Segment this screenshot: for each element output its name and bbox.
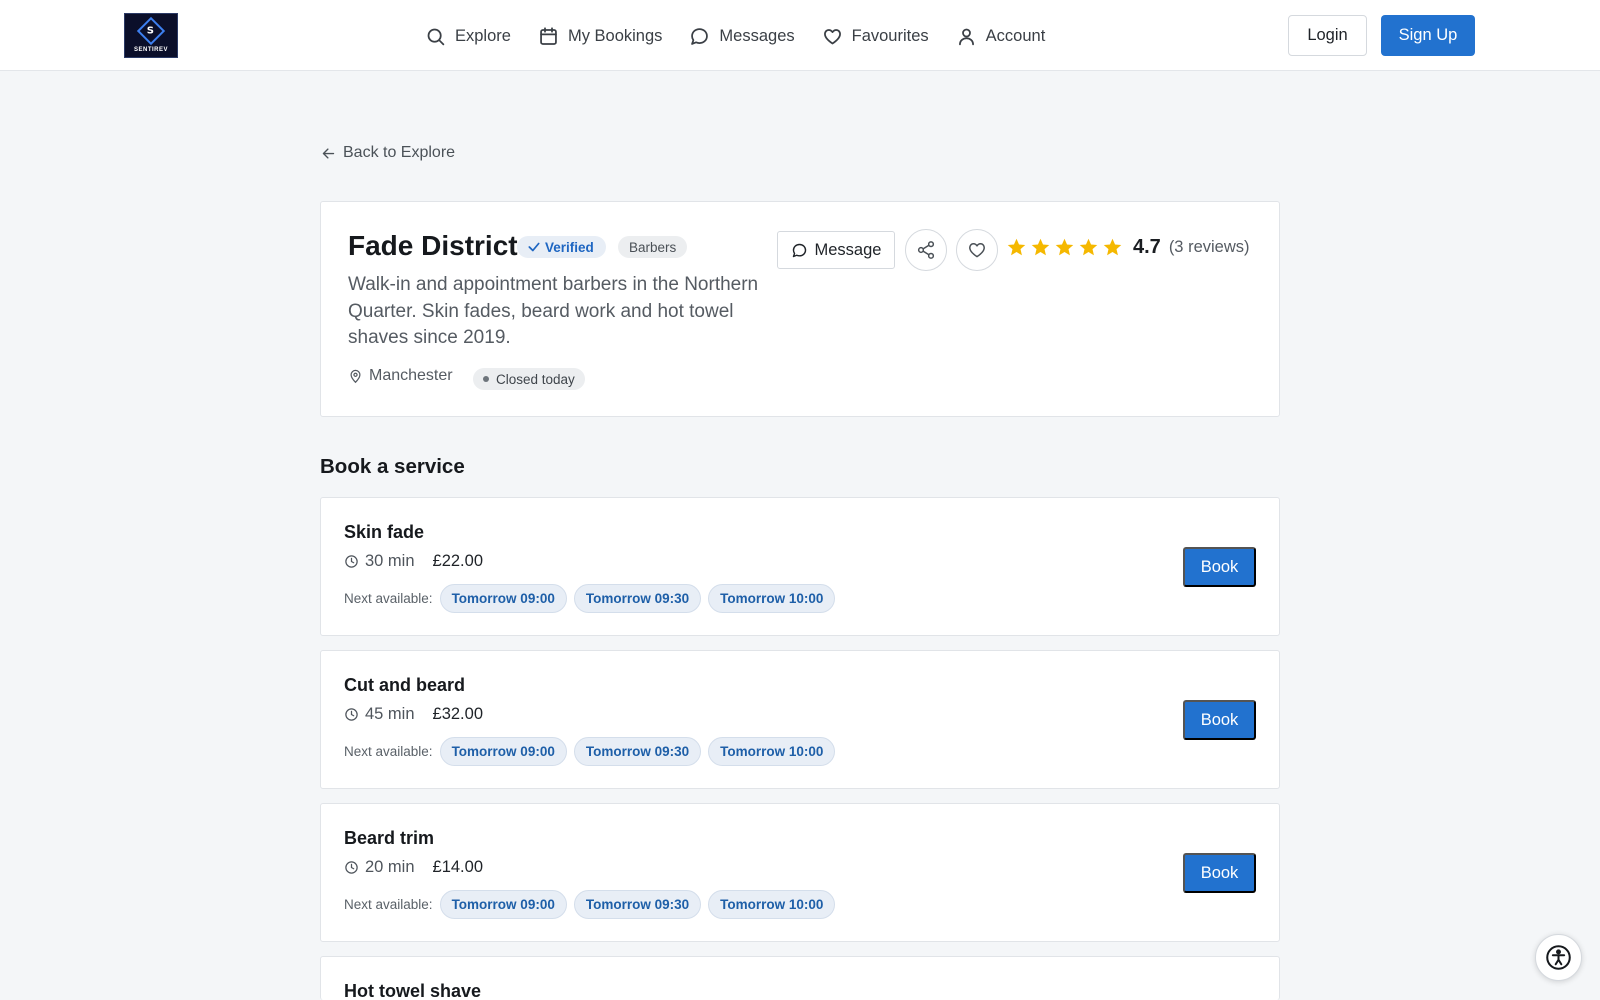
time-slot-chip[interactable]: Tomorrow 10:00 bbox=[708, 890, 836, 919]
next-available-slots: Next available: Tomorrow 09:00 Tomorrow … bbox=[344, 890, 836, 919]
accessibility-button[interactable] bbox=[1535, 934, 1582, 981]
rating-value: 4.7 bbox=[1133, 236, 1161, 258]
nav-item-my-bookings[interactable]: My Bookings bbox=[538, 26, 662, 47]
verified-badge: Verified bbox=[517, 236, 606, 258]
book-button[interactable]: Book bbox=[1183, 547, 1256, 587]
time-slot-chip[interactable]: Tomorrow 09:30 bbox=[573, 890, 702, 919]
service-name: Skin fade bbox=[344, 522, 425, 542]
service-name: Beard trim bbox=[344, 828, 435, 848]
category-badge: Barbers bbox=[618, 236, 688, 258]
nav-item-explore[interactable]: Explore bbox=[425, 26, 511, 47]
accessibility-icon bbox=[1546, 945, 1571, 970]
service-meta: 45 min £32.00 bbox=[344, 705, 483, 724]
star-icon bbox=[1079, 238, 1098, 256]
review-count[interactable]: (3 reviews) bbox=[1169, 238, 1250, 257]
service-card: Cut and beard 45 min £32.00 Next availab… bbox=[320, 650, 1280, 789]
time-slot-chip[interactable]: Tomorrow 09:30 bbox=[573, 584, 702, 613]
star-icon bbox=[1103, 238, 1122, 256]
service-meta: 20 min £14.00 bbox=[344, 858, 483, 877]
message-button[interactable]: Message bbox=[777, 231, 895, 269]
nav-item-account[interactable]: Account bbox=[956, 26, 1046, 47]
next-available-label: Next available: bbox=[344, 591, 433, 606]
star-rating bbox=[1006, 237, 1123, 258]
share-button[interactable] bbox=[905, 229, 947, 271]
brand-logo[interactable]: S SENTIREV bbox=[124, 13, 178, 58]
time-slot-chip[interactable]: Tomorrow 09:00 bbox=[439, 890, 567, 919]
search-icon bbox=[427, 28, 445, 45]
calendar-icon bbox=[540, 26, 557, 45]
section-title: Book a service bbox=[320, 455, 465, 478]
nav-item-label: Favourites bbox=[851, 26, 929, 45]
nav-item-label: My Bookings bbox=[567, 26, 663, 45]
star-icon bbox=[1031, 238, 1050, 256]
sign-up-button[interactable]: Sign Up bbox=[1381, 15, 1475, 56]
business-location: Manchester bbox=[348, 367, 453, 385]
nav-item-favourites[interactable]: Favourites bbox=[822, 26, 929, 47]
logo-diamond-icon: S bbox=[136, 16, 166, 45]
service-duration: 45 min bbox=[365, 705, 415, 723]
status-dot-icon bbox=[483, 376, 489, 382]
book-button[interactable]: Book bbox=[1183, 853, 1256, 893]
time-slot-chip[interactable]: Tomorrow 09:00 bbox=[439, 584, 567, 613]
check-icon bbox=[528, 242, 540, 252]
favourite-button[interactable] bbox=[956, 229, 998, 271]
message-icon bbox=[792, 243, 806, 257]
business-name: Fade District bbox=[348, 230, 518, 261]
service-card: Beard trim 20 min £14.00 Next available:… bbox=[320, 803, 1280, 942]
logo-letter: S bbox=[147, 24, 155, 36]
verified-label: Verified bbox=[545, 239, 594, 255]
nav-item-label: Messages bbox=[719, 26, 795, 45]
arrow-left-icon bbox=[322, 147, 335, 159]
service-duration: 30 min bbox=[365, 552, 415, 570]
status-label: Closed today bbox=[496, 371, 575, 387]
next-available-slots: Next available: Tomorrow 09:00 Tomorrow … bbox=[344, 737, 836, 766]
business-description: Walk-in and appointment barbers in the N… bbox=[348, 274, 759, 348]
book-button[interactable]: Book bbox=[1183, 700, 1256, 740]
share-icon bbox=[917, 241, 935, 259]
heart-icon bbox=[823, 28, 841, 44]
time-slot-chip[interactable]: Tomorrow 10:00 bbox=[708, 737, 836, 766]
service-price: £22.00 bbox=[432, 552, 483, 570]
main-nav: Explore My Bookings Messages Favourites … bbox=[425, 21, 1045, 51]
business-profile-card: Fade District Verified Barbers Walk-in a… bbox=[320, 201, 1280, 417]
message-icon bbox=[691, 27, 709, 45]
rating-summary: 4.7 (3 reviews) bbox=[1006, 236, 1250, 259]
star-icon bbox=[1007, 238, 1026, 256]
nav-item-label: Explore bbox=[455, 26, 511, 45]
service-meta: 30 min £22.00 bbox=[344, 552, 483, 571]
location-label: Manchester bbox=[369, 367, 453, 384]
clock-icon bbox=[345, 708, 358, 721]
service-price: £32.00 bbox=[432, 705, 483, 723]
top-navigation-bar: S SENTIREV Explore My Bookings Messages … bbox=[0, 0, 1600, 71]
next-available-slots: Next available: Tomorrow 09:00 Tomorrow … bbox=[344, 584, 836, 613]
time-slot-chip[interactable]: Tomorrow 09:00 bbox=[439, 737, 567, 766]
open-status-badge: Closed today bbox=[473, 368, 585, 390]
service-card: Hot towel shave bbox=[320, 956, 1280, 1000]
next-available-label: Next available: bbox=[344, 897, 433, 912]
clock-icon bbox=[345, 555, 358, 568]
heart-icon bbox=[969, 243, 985, 258]
user-icon bbox=[958, 28, 974, 45]
time-slot-chip[interactable]: Tomorrow 09:30 bbox=[573, 737, 702, 766]
message-button-label: Message bbox=[814, 240, 882, 259]
clock-icon bbox=[345, 861, 358, 874]
back-to-explore-link[interactable]: Back to Explore bbox=[321, 144, 455, 162]
star-icon bbox=[1055, 238, 1074, 256]
nav-item-label: Account bbox=[985, 26, 1046, 45]
service-price: £14.00 bbox=[432, 858, 483, 876]
next-available-label: Next available: bbox=[344, 744, 433, 759]
back-label: Back to Explore bbox=[343, 144, 456, 161]
service-card: Skin fade 30 min £22.00 Next available: … bbox=[320, 497, 1280, 636]
service-duration: 20 min bbox=[365, 858, 415, 876]
service-name: Hot towel shave bbox=[344, 981, 482, 1000]
map-pin-icon bbox=[350, 369, 361, 384]
logo-text: SENTIREV bbox=[133, 46, 168, 53]
nav-item-messages[interactable]: Messages bbox=[689, 26, 795, 47]
login-button[interactable]: Login bbox=[1288, 15, 1367, 56]
service-name: Cut and beard bbox=[344, 675, 466, 695]
time-slot-chip[interactable]: Tomorrow 10:00 bbox=[708, 584, 836, 613]
